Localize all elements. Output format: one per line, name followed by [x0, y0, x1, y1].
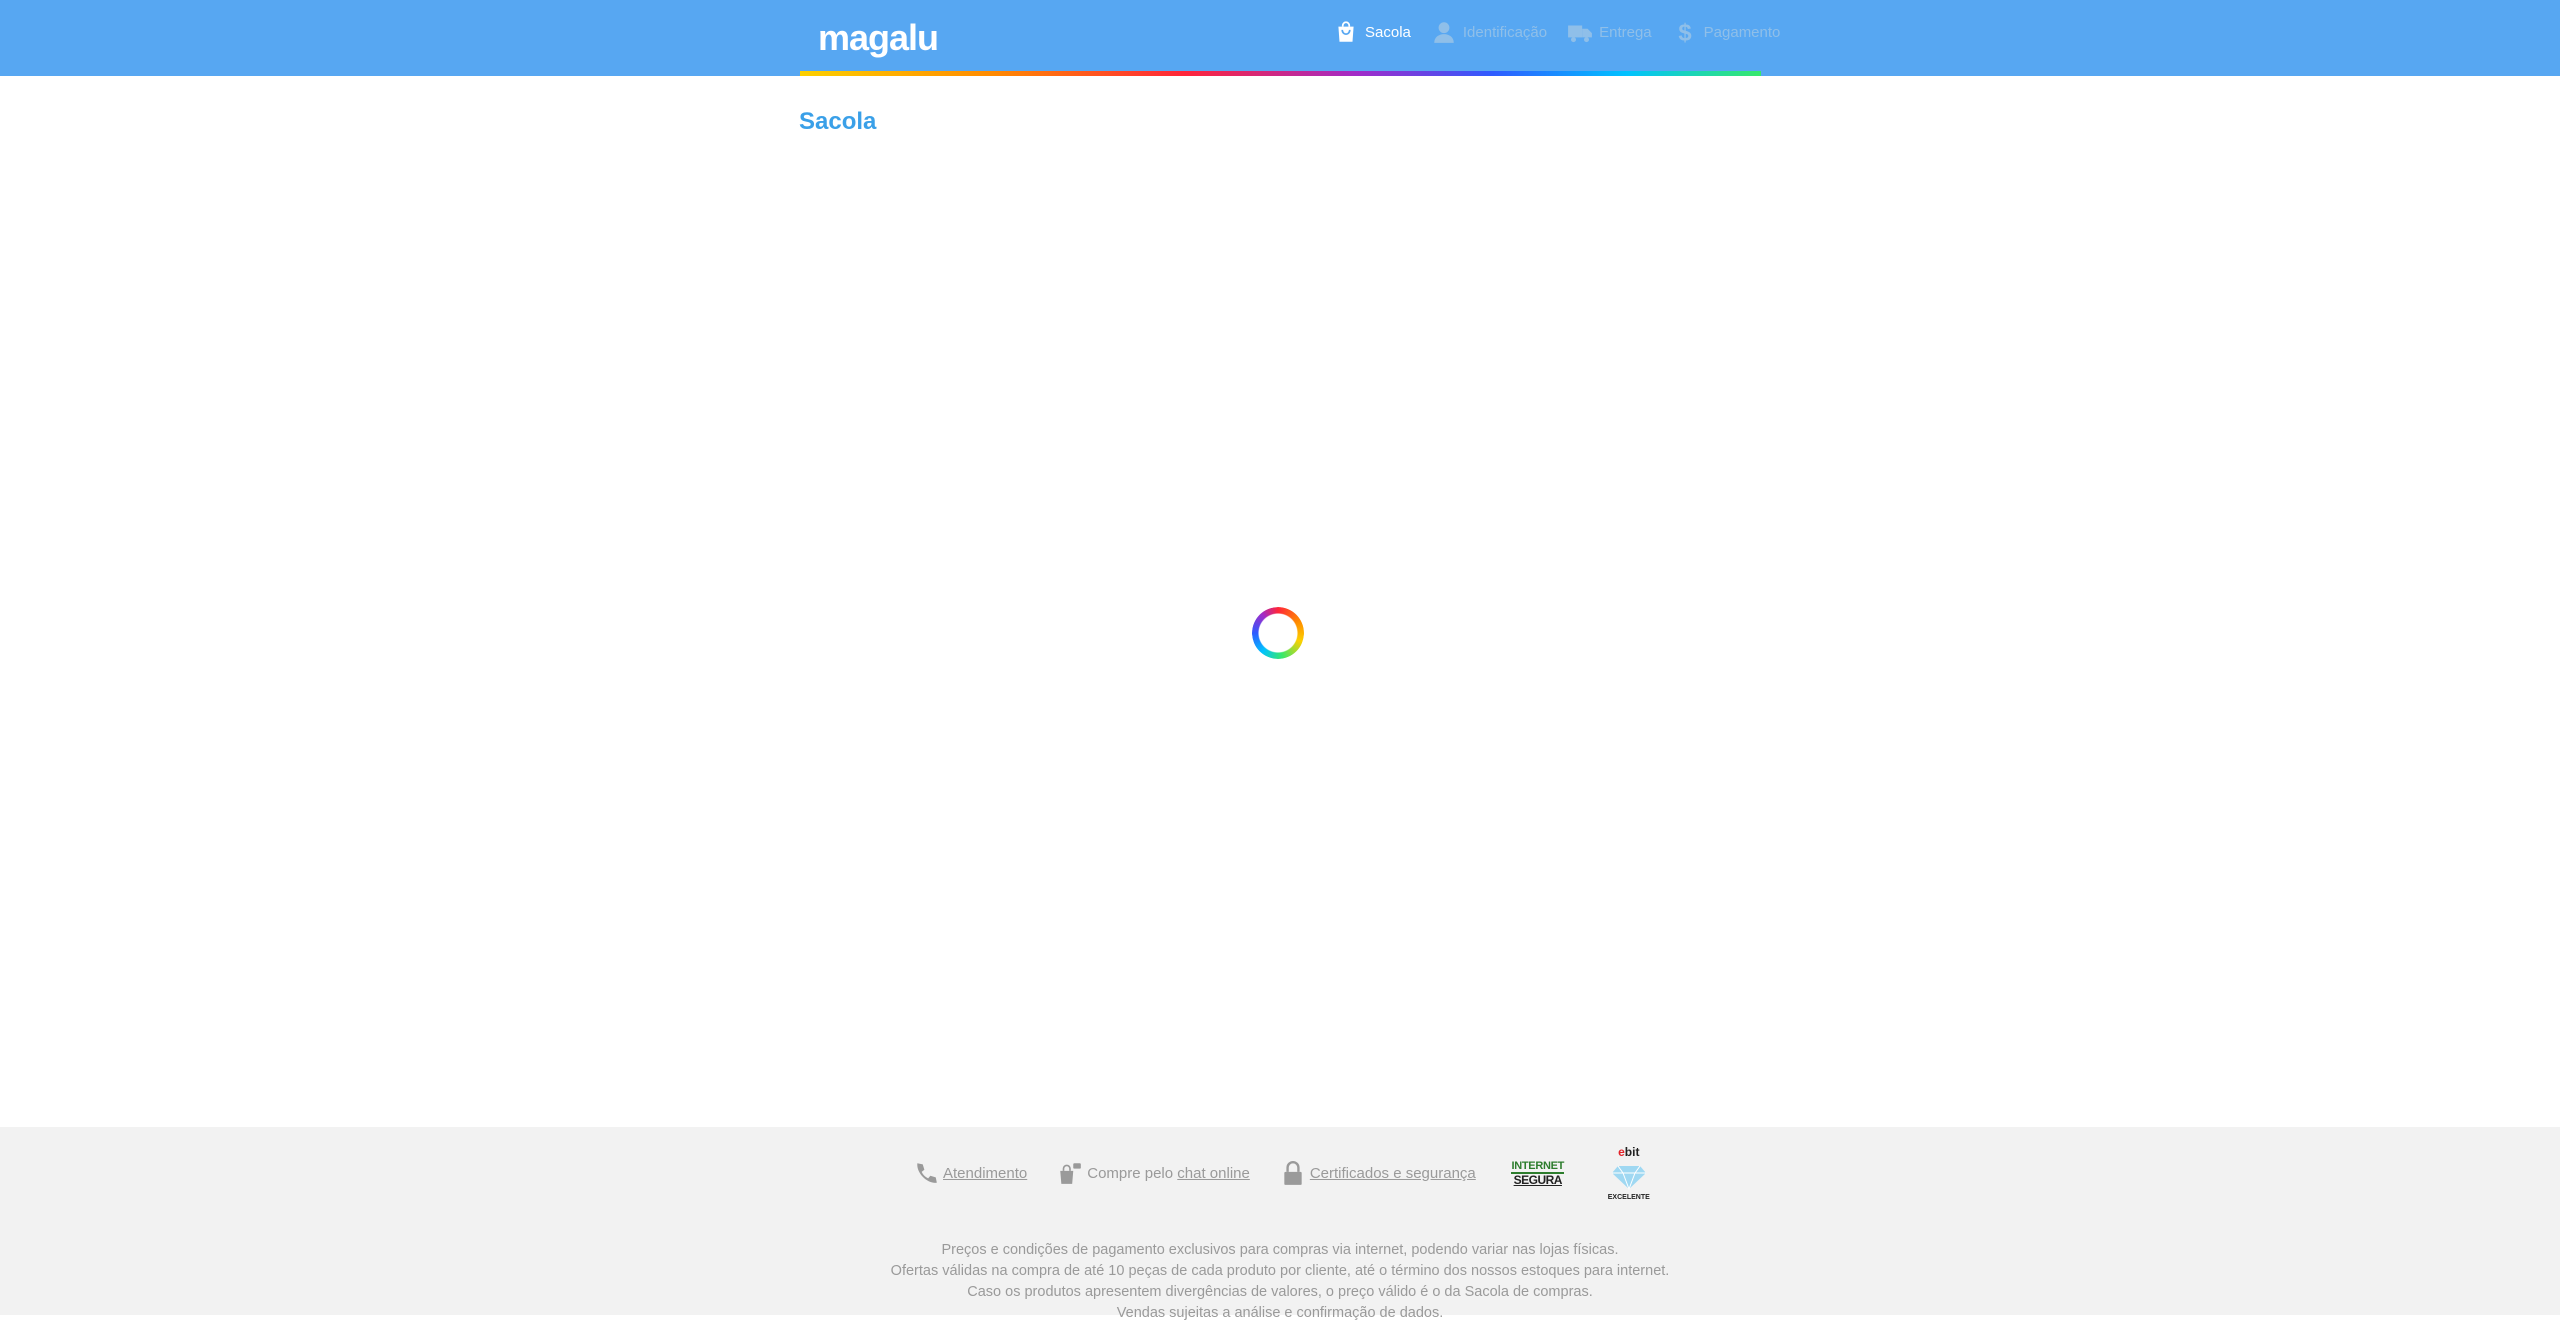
ebit-seal[interactable]: ebit EXCELENTE: [1606, 1145, 1652, 1201]
disclaimer-line: Caso os produtos apresentem divergências…: [967, 1284, 1593, 1300]
dollar-icon: $: [1672, 19, 1698, 45]
step-entrega: Entrega: [1567, 19, 1652, 45]
rainbow-divider: [800, 71, 1761, 76]
disclaimer-line: Vendas sujeitas a análise e confirmação …: [1116, 1305, 1444, 1321]
certificados-link[interactable]: Certificados e segurança: [1310, 1165, 1476, 1182]
checkout-steps: Sacola Identificação Entrega $ Pagamento: [1333, 16, 1800, 48]
disclaimer-line: Ofertas válidas na compra de até 10 peça…: [890, 1263, 1670, 1279]
step-label: Entrega: [1599, 23, 1652, 41]
diamond-icon: [1611, 1165, 1646, 1190]
loading-spinner: [1252, 607, 1304, 659]
step-sacola: Sacola: [1333, 19, 1411, 45]
phone-icon: [913, 1160, 939, 1186]
disclaimer-line: Preços e condições de pagamento exclusiv…: [941, 1242, 1619, 1258]
footer-chat: Compre pelo chat online: [1057, 1160, 1250, 1186]
internet-segura-seal[interactable]: INTERNET SEGURA: [1506, 1159, 1570, 1187]
step-label: Sacola: [1365, 23, 1411, 41]
footer: Atendimento Compre pelo chat online Cert…: [0, 1127, 2560, 1321]
step-identificacao: Identificação: [1431, 19, 1547, 45]
chat-online-link[interactable]: chat online: [1177, 1165, 1250, 1182]
chat-bag-icon: [1057, 1160, 1083, 1186]
footer-links: Atendimento Compre pelo chat online Cert…: [913, 1145, 1652, 1201]
truck-icon: [1567, 19, 1593, 45]
page-title: Sacola: [799, 108, 877, 135]
user-icon: [1431, 19, 1457, 45]
lock-icon: [1280, 1160, 1306, 1186]
atendimento-link[interactable]: Atendimento: [943, 1165, 1027, 1182]
svg-text:$: $: [1678, 20, 1691, 45]
top-bar: magalu Sacola Identificação Entrega $ Pa…: [0, 0, 2560, 76]
magalu-logo[interactable]: magalu: [818, 18, 939, 58]
footer-disclaimer: Preços e condições de pagamento exclusiv…: [0, 1240, 2560, 1324]
step-label: Identificação: [1462, 23, 1548, 41]
step-label: Pagamento: [1703, 23, 1781, 41]
shopping-bag-icon: [1333, 19, 1359, 45]
footer-atendimento: Atendimento: [913, 1160, 1027, 1186]
step-pagamento: $ Pagamento: [1672, 19, 1781, 45]
chat-prefix: Compre pelo: [1087, 1164, 1178, 1182]
footer-certificados: Certificados e segurança: [1280, 1160, 1476, 1186]
